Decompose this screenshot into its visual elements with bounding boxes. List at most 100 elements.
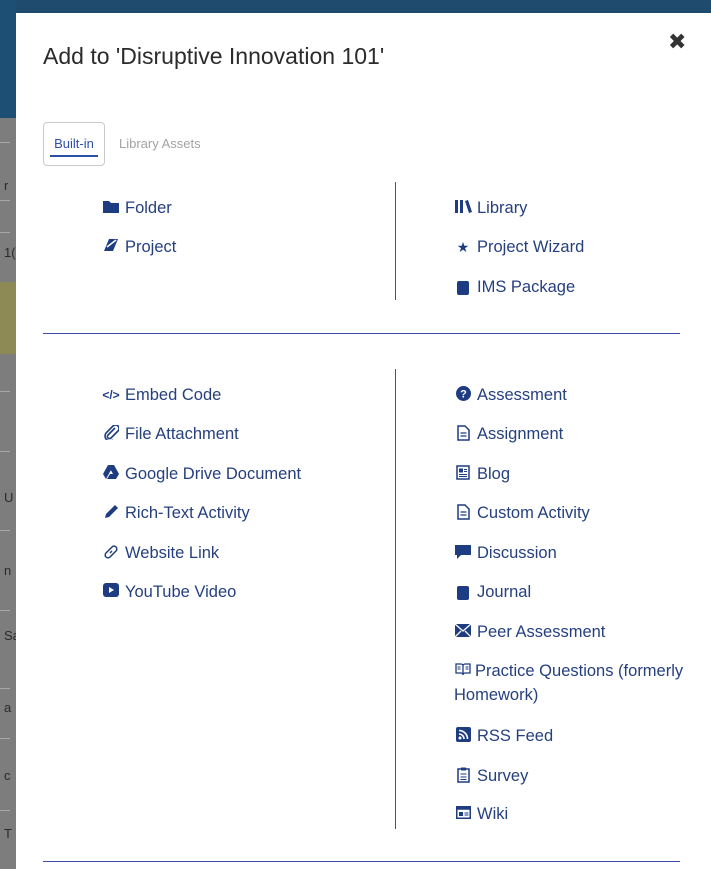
question-circle-icon: ? xyxy=(454,386,472,406)
tab-library-assets[interactable]: Library Assets xyxy=(119,136,201,151)
item-label: Practice Questions (formerly Homework) xyxy=(454,659,694,707)
add-assessment[interactable]: ? Assessment xyxy=(454,386,567,406)
item-label: File Attachment xyxy=(125,425,239,443)
item-label: Project Wizard xyxy=(477,238,585,256)
book-icon xyxy=(454,278,472,297)
add-file-attachment[interactable]: File Attachment xyxy=(102,424,239,445)
background-text: n xyxy=(4,563,12,578)
background-divider xyxy=(0,232,10,233)
background-text: a xyxy=(4,700,12,715)
background-text: r xyxy=(4,178,9,193)
add-rss-feed[interactable]: RSS Feed xyxy=(454,727,553,747)
item-label: Library xyxy=(477,199,528,217)
item-label: Custom Activity xyxy=(477,504,590,522)
add-assignment[interactable]: Assignment xyxy=(454,425,563,446)
paperclip-icon xyxy=(102,424,120,445)
background-page-edge: r 1( U n Sa a c T xyxy=(0,0,20,869)
item-label: Blog xyxy=(477,465,511,483)
tab-built-in[interactable]: Built-in xyxy=(43,122,105,166)
close-icon[interactable]: ✖ xyxy=(668,31,686,53)
project-icon xyxy=(102,238,120,257)
item-label: Wiki xyxy=(477,805,509,823)
add-wiki[interactable]: Wiki xyxy=(454,805,508,824)
tab-label: Built-in xyxy=(54,136,94,151)
add-practice-questions[interactable]: Practice Questions (formerly Homework) xyxy=(454,659,694,707)
add-website-link[interactable]: Website Link xyxy=(102,544,219,565)
google-drive-icon xyxy=(102,465,120,484)
document-icon xyxy=(454,504,472,525)
star-icon: ★ xyxy=(456,239,470,255)
item-label: Website Link xyxy=(125,544,220,562)
item-label: Google Drive Document xyxy=(125,465,302,483)
code-icon: </> xyxy=(102,388,120,402)
background-header xyxy=(0,0,16,118)
item-label: RSS Feed xyxy=(477,727,554,745)
column-divider xyxy=(395,369,396,829)
add-youtube-video[interactable]: YouTube Video xyxy=(102,583,236,602)
background-highlight xyxy=(0,282,16,354)
item-label: Embed Code xyxy=(125,386,222,404)
background-divider xyxy=(0,688,10,689)
add-project[interactable]: Project xyxy=(102,238,176,257)
item-label: Folder xyxy=(125,199,172,217)
item-label: Survey xyxy=(477,767,529,785)
pencil-icon xyxy=(102,504,120,525)
journal-icon xyxy=(454,583,472,602)
background-divider xyxy=(0,610,10,611)
item-label: IMS Package xyxy=(477,278,576,296)
tab-active-indicator xyxy=(50,155,98,157)
document-icon xyxy=(454,425,472,446)
item-label: Assignment xyxy=(477,425,564,443)
youtube-icon xyxy=(102,583,120,602)
background-text: c xyxy=(4,768,11,783)
background-text: T xyxy=(4,826,12,841)
background-divider xyxy=(0,530,10,531)
item-label: Discussion xyxy=(477,544,557,562)
background-top-bar xyxy=(16,0,711,13)
background-divider xyxy=(0,142,10,143)
open-book-icon xyxy=(454,659,472,683)
background-text: U xyxy=(4,490,14,505)
blog-icon xyxy=(454,465,472,485)
clipboard-icon xyxy=(454,767,472,788)
background-text: 1( xyxy=(4,245,16,260)
item-label: Peer Assessment xyxy=(477,623,606,641)
add-library[interactable]: Library xyxy=(454,199,527,218)
background-divider xyxy=(0,738,10,739)
background-divider xyxy=(0,391,10,392)
section-divider xyxy=(43,861,680,862)
add-folder[interactable]: Folder xyxy=(102,199,172,218)
item-label: Project xyxy=(125,238,177,256)
link-icon xyxy=(102,544,120,565)
add-peer-assessment[interactable]: Peer Assessment xyxy=(454,623,605,642)
background-divider xyxy=(0,451,10,452)
folder-icon xyxy=(102,199,120,218)
add-journal[interactable]: Journal xyxy=(454,583,531,602)
add-blog[interactable]: Blog xyxy=(454,465,510,485)
add-discussion[interactable]: Discussion xyxy=(454,544,557,564)
item-label: Journal xyxy=(477,583,532,601)
item-label: Rich-Text Activity xyxy=(125,504,250,522)
background-divider xyxy=(0,810,10,811)
item-text: Practice Questions (formerly Homework) xyxy=(454,662,684,704)
add-project-wizard[interactable]: ★ Project Wizard xyxy=(454,238,585,257)
wiki-icon xyxy=(454,805,472,824)
add-ims-package[interactable]: IMS Package xyxy=(454,278,575,297)
comment-icon xyxy=(454,544,472,564)
background-divider xyxy=(0,200,10,201)
rss-icon xyxy=(454,727,472,747)
add-rich-text-activity[interactable]: Rich-Text Activity xyxy=(102,504,250,525)
svg-text:?: ? xyxy=(460,389,467,401)
item-label: YouTube Video xyxy=(125,583,237,601)
library-icon xyxy=(454,199,472,218)
add-custom-activity[interactable]: Custom Activity xyxy=(454,504,590,525)
item-label: Assessment xyxy=(477,386,567,404)
modal-title: Add to 'Disruptive Innovation 101' xyxy=(43,43,385,69)
section-divider xyxy=(43,333,680,334)
add-embed-code[interactable]: </> Embed Code xyxy=(102,386,221,405)
column-divider xyxy=(395,182,396,300)
add-survey[interactable]: Survey xyxy=(454,767,528,788)
envelope-icon xyxy=(454,623,472,642)
add-google-drive-document[interactable]: Google Drive Document xyxy=(102,465,301,484)
add-content-modal: Add to 'Disruptive Innovation 101' ✖ Bui… xyxy=(16,13,711,869)
